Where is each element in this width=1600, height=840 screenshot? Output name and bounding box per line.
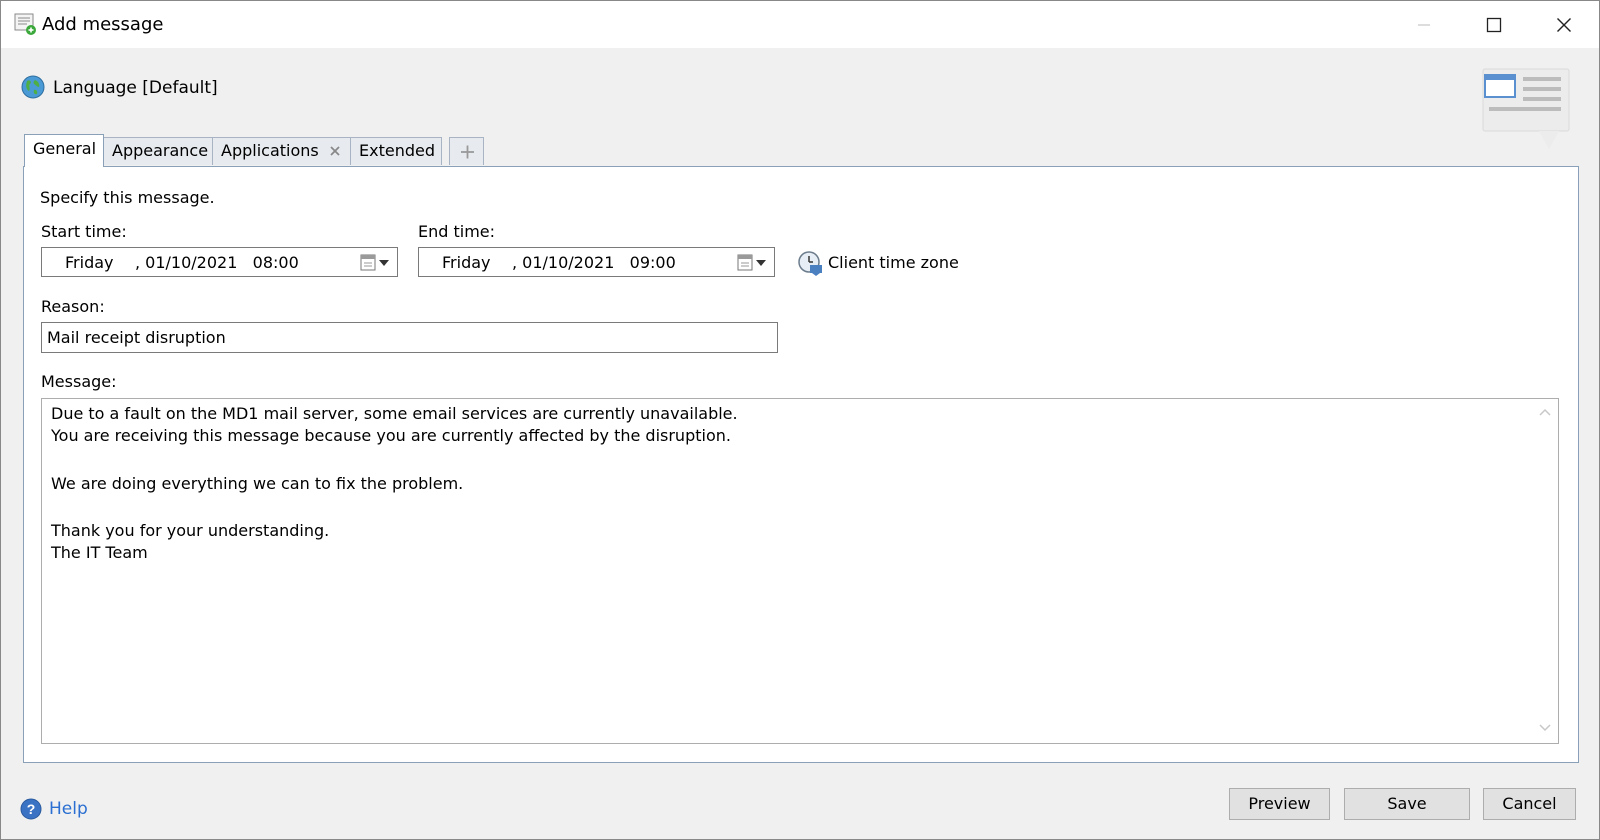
minimize-icon xyxy=(1418,24,1430,25)
maximize-icon xyxy=(1486,17,1502,32)
message-window-icon xyxy=(1482,68,1570,149)
reason-label: Reason: xyxy=(41,297,105,316)
svg-text:?: ? xyxy=(27,801,36,817)
window-title: Add message xyxy=(42,14,164,35)
client-time-zone-toggle[interactable]: Client time zone xyxy=(828,253,959,272)
message-line: Due to a fault on the MD1 mail server, s… xyxy=(51,404,738,423)
scroll-up-icon[interactable] xyxy=(1538,407,1552,417)
reason-value: Mail receipt disruption xyxy=(47,328,226,347)
start-time-picker[interactable]: Friday , 01/10/2021 08:00 xyxy=(41,247,398,277)
language-selector[interactable]: Language [Default] xyxy=(53,78,218,98)
scroll-down-icon[interactable] xyxy=(1538,723,1552,733)
tab-applications-label: Applications xyxy=(221,141,319,160)
timezone-clock-icon xyxy=(798,251,822,276)
help-link[interactable]: Help xyxy=(49,799,88,819)
end-time-picker[interactable]: Friday , 01/10/2021 09:00 xyxy=(418,247,775,277)
message-textarea[interactable]: Due to a fault on the MD1 mail server, s… xyxy=(41,398,1559,744)
preview-button[interactable]: Preview xyxy=(1229,788,1330,820)
add-tab-button[interactable] xyxy=(449,137,484,165)
tab-applications[interactable]: Applications xyxy=(212,137,351,165)
message-line: We are doing everything we can to fix th… xyxy=(51,474,464,493)
message-app-icon xyxy=(14,13,36,35)
tab-extended[interactable]: Extended xyxy=(350,137,442,165)
calendar-dropdown-icon[interactable] xyxy=(360,254,392,272)
close-tab-icon[interactable] xyxy=(328,144,342,158)
message-line: You are receiving this message because y… xyxy=(51,426,731,445)
minimize-button[interactable] xyxy=(1389,1,1459,48)
end-time-label: End time: xyxy=(418,222,496,241)
start-time-label: Start time: xyxy=(41,222,127,241)
title-bar: Add message xyxy=(1,1,1599,48)
plus-icon xyxy=(461,145,474,159)
vertical-scrollbar[interactable] xyxy=(1532,399,1558,743)
close-button[interactable] xyxy=(1529,1,1599,48)
tab-general[interactable]: General xyxy=(24,134,104,167)
start-datetime: , 01/10/2021 08:00 xyxy=(135,253,299,272)
help-icon[interactable]: ? xyxy=(20,798,42,820)
message-label: Message: xyxy=(41,372,117,391)
reason-input[interactable]: Mail receipt disruption xyxy=(41,322,778,353)
close-icon xyxy=(1557,17,1571,32)
end-day: Friday xyxy=(442,253,491,272)
maximize-button[interactable] xyxy=(1459,1,1529,48)
cancel-button[interactable]: Cancel xyxy=(1483,788,1576,820)
globe-icon xyxy=(21,75,45,99)
add-message-dialog: Add message Language [Default] General A… xyxy=(0,0,1600,840)
start-day: Friday xyxy=(65,253,114,272)
message-line: The IT Team xyxy=(51,543,148,562)
calendar-dropdown-icon[interactable] xyxy=(737,254,769,272)
message-line: Thank you for your understanding. xyxy=(51,521,330,540)
description-text: Specify this message. xyxy=(40,188,215,207)
end-datetime: , 01/10/2021 09:00 xyxy=(512,253,676,272)
save-button[interactable]: Save xyxy=(1344,788,1470,820)
tab-appearance[interactable]: Appearance xyxy=(103,137,213,165)
